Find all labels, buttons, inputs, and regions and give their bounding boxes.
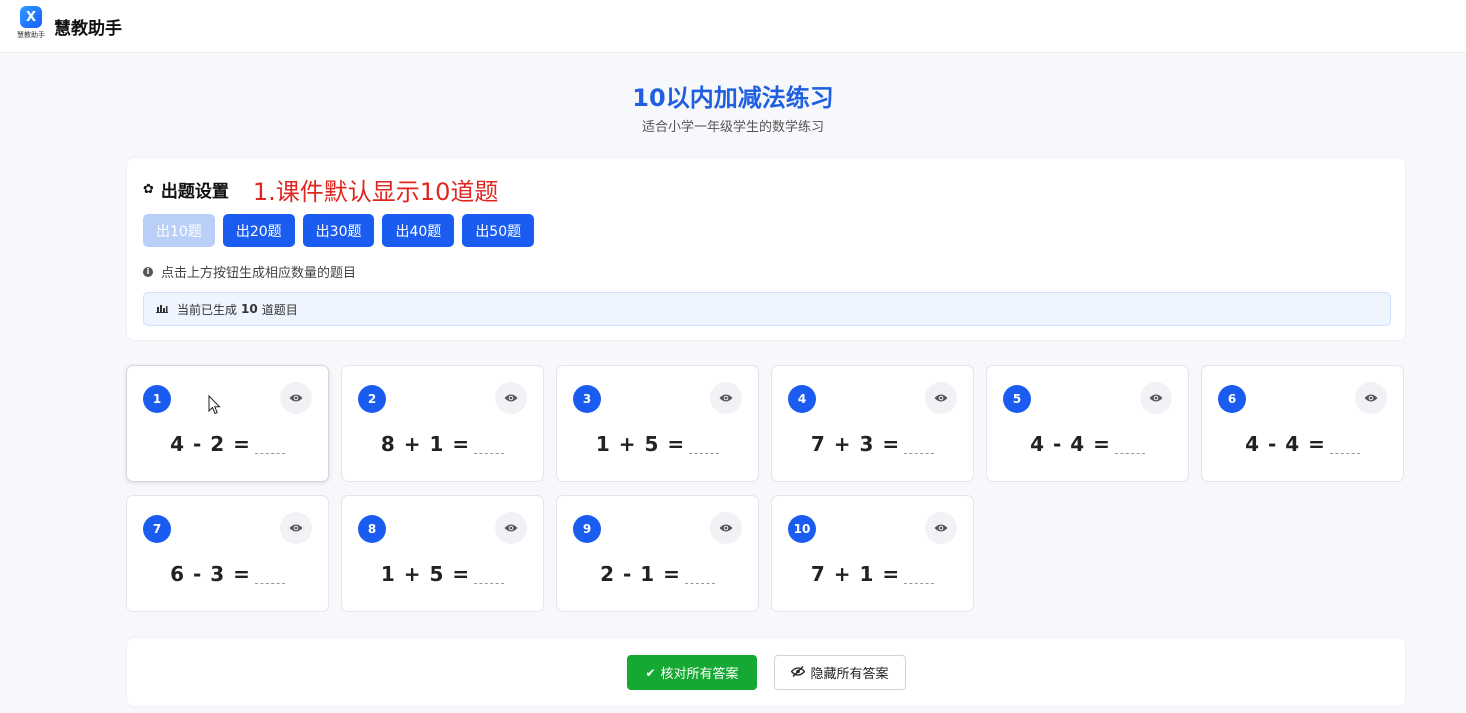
eye-icon[interactable] [495, 382, 527, 414]
problem-card[interactable]: 3 1 + 5 = [556, 365, 759, 482]
expression-text: 7 + 1 = [810, 562, 901, 586]
expression-text: 4 - 4 = [1030, 432, 1111, 456]
answer-blank[interactable] [684, 566, 715, 584]
problem-number: 5 [1003, 385, 1031, 413]
question-count-buttons: 出10题 出20题 出30题 出40题 出50题 [143, 214, 535, 247]
answer-blank[interactable] [1329, 436, 1360, 454]
logo[interactable]: X 慧教助手 [16, 6, 46, 46]
problem-number: 4 [788, 385, 816, 413]
problem-number: 8 [358, 515, 386, 543]
problem-card[interactable]: 10 7 + 1 = [771, 495, 974, 612]
status-count: 10 [241, 302, 258, 316]
problem-expression: 7 + 3 = [772, 432, 973, 456]
expression-text: 7 + 3 = [810, 432, 901, 456]
answer-blank[interactable] [254, 566, 285, 584]
status-box: 当前已生成 10 道题目 [143, 292, 1391, 326]
check-all-answers-button[interactable]: ✔ 核对所有答案 [627, 655, 757, 690]
problem-expression: 6 - 3 = [127, 562, 328, 586]
problem-grid: 1 4 - 2 = 2 8 + 1 = 3 1 + 5 = 4 7 + 3 = … [126, 365, 1406, 612]
problem-number: 1 [143, 385, 171, 413]
mouse-cursor-icon [208, 395, 221, 415]
generate-40-button[interactable]: 出40题 [382, 214, 455, 247]
eye-icon[interactable] [925, 382, 957, 414]
eye-icon[interactable] [1355, 382, 1387, 414]
expression-text: 2 - 1 = [600, 562, 681, 586]
eye-icon[interactable] [1140, 382, 1172, 414]
info-icon: i [143, 266, 153, 277]
answer-blank[interactable] [689, 436, 720, 454]
expression-text: 1 + 5 = [380, 562, 471, 586]
problem-number: 9 [573, 515, 601, 543]
problem-card[interactable]: 4 7 + 3 = [771, 365, 974, 482]
answer-blank[interactable] [474, 566, 505, 584]
hide-label: 隐藏所有答案 [810, 667, 889, 682]
problem-card[interactable]: 2 8 + 1 = [341, 365, 544, 482]
expression-text: 4 - 2 = [170, 432, 251, 456]
top-bar: X 慧教助手 慧教助手 [0, 0, 1466, 53]
problem-number: 10 [788, 515, 816, 543]
bar-chart-icon [156, 303, 168, 316]
problem-expression: 4 - 4 = [987, 432, 1188, 456]
expression-text: 8 + 1 = [380, 432, 471, 456]
eye-slash-icon [791, 665, 806, 680]
problem-number: 2 [358, 385, 386, 413]
page-title: 10以内加减法练习 [632, 84, 834, 112]
eye-icon[interactable] [710, 512, 742, 544]
logo-caption: 慧教助手 [17, 31, 45, 39]
brand-name: 慧教助手 [54, 18, 122, 39]
settings-title: 出题设置 [160, 181, 229, 202]
settings-panel: ✿ 出题设置 1.课件默认显示10道题 出10题 出20题 出30题 出40题 … [126, 157, 1406, 341]
settings-header: ✿ 出题设置 1.课件默认显示10道题 [143, 174, 499, 206]
problem-card[interactable]: 8 1 + 5 = [341, 495, 544, 612]
eye-icon[interactable] [710, 382, 742, 414]
generate-10-button[interactable]: 出10题 [143, 214, 215, 247]
problem-number: 3 [573, 385, 601, 413]
problem-expression: 1 + 5 = [557, 432, 758, 456]
status-prefix: 当前已生成 [177, 302, 238, 317]
check-label: 核对所有答案 [660, 667, 739, 682]
annotation-text: 1.课件默认显示10道题 [252, 177, 499, 206]
expression-text: 4 - 4 = [1245, 432, 1326, 456]
problem-card[interactable]: 5 4 - 4 = [986, 365, 1189, 482]
expression-text: 1 + 5 = [595, 432, 686, 456]
problem-number: 7 [143, 515, 171, 543]
problem-expression: 7 + 1 = [772, 562, 973, 586]
expression-text: 6 - 3 = [170, 562, 251, 586]
problem-expression: 2 - 1 = [557, 562, 758, 586]
answer-blank[interactable] [474, 436, 505, 454]
eye-icon[interactable] [925, 512, 957, 544]
footer-panel: ✔ 核对所有答案 隐藏所有答案 [126, 637, 1406, 707]
problem-card[interactable]: 6 4 - 4 = [1201, 365, 1404, 482]
problem-card[interactable]: 7 6 - 3 = [126, 495, 329, 612]
eye-icon[interactable] [280, 512, 312, 544]
page-subtitle: 适合小学一年级学生的数学练习 [641, 120, 824, 135]
generate-20-button[interactable]: 出20题 [222, 214, 295, 247]
answer-blank[interactable] [254, 436, 285, 454]
problem-card[interactable]: 9 2 - 1 = [556, 495, 759, 612]
problem-expression: 1 + 5 = [342, 562, 543, 586]
hide-all-answers-button[interactable]: 隐藏所有答案 [774, 655, 906, 690]
answer-blank[interactable] [904, 436, 935, 454]
problem-expression: 4 - 2 = [127, 432, 328, 456]
problem-card[interactable]: 1 4 - 2 = [126, 365, 329, 482]
status-suffix: 道题目 [261, 302, 298, 317]
gear-icon: ✿ [143, 181, 154, 197]
eye-icon[interactable] [280, 382, 312, 414]
problem-number: 6 [1218, 385, 1246, 413]
logo-icon: X [20, 6, 42, 28]
generate-50-button[interactable]: 出50题 [462, 214, 535, 247]
hint-text: i 点击上方按钮生成相应数量的题目 [143, 262, 356, 281]
answer-blank[interactable] [904, 566, 935, 584]
generate-30-button[interactable]: 出30题 [302, 214, 375, 247]
hint-label: 点击上方按钮生成相应数量的题目 [161, 266, 357, 281]
answer-blank[interactable] [1114, 436, 1145, 454]
eye-icon[interactable] [495, 512, 527, 544]
problem-expression: 8 + 1 = [342, 432, 543, 456]
checkmark-icon: ✔ [645, 665, 656, 680]
problem-expression: 4 - 4 = [1202, 432, 1403, 456]
